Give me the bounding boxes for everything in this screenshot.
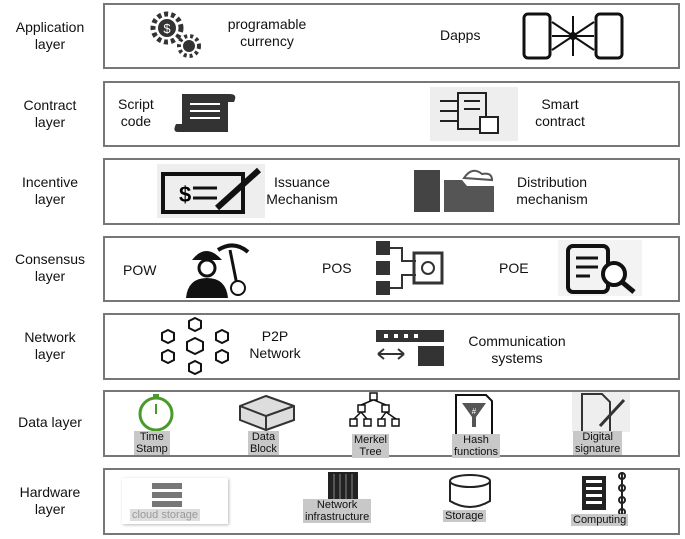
item-p2p-network: P2P Network: [249, 328, 301, 361]
server-stack-icon: [152, 483, 182, 507]
svg-text:$: $: [179, 182, 191, 207]
cheque-pen-icon: $: [157, 164, 265, 218]
storage-cylinder-icon: [449, 474, 491, 508]
layer-label-contract: Contract layer: [23, 97, 77, 130]
svg-text:$: $: [163, 21, 171, 36]
communication-switch-icon: [376, 330, 444, 366]
layer-label-network: Network layer: [24, 329, 76, 362]
layer-label-incentive: Incentive layer: [21, 174, 79, 207]
item-programable-currency: programable currency: [227, 16, 307, 49]
gears-currency-icon: $: [150, 11, 201, 58]
item-issuance-mechanism: Issuance Mechanism: [266, 174, 338, 207]
hash-function-icon: #: [455, 394, 493, 435]
smart-contract-icon: [430, 87, 518, 141]
item-smart-contract: Smart contract: [535, 96, 585, 129]
item-poe: POE: [499, 260, 529, 276]
item-merkel-tree: Merkel Tree: [352, 434, 390, 458]
distribution-folder-icon: [414, 169, 494, 212]
layer-label-consensus: Consensus layer: [14, 251, 86, 284]
layer-label-data: Data layer: [18, 414, 82, 430]
merkle-tree-icon: [349, 392, 400, 427]
p2p-network-icon: [161, 316, 229, 376]
item-digital-signature: Digital signature: [573, 431, 623, 455]
item-time-stamp: Time Stamp: [134, 431, 170, 455]
data-block-icon: [239, 394, 295, 432]
computing-server-icon: [582, 472, 626, 514]
item-pow: POW: [123, 262, 157, 278]
digital-signature-icon: [572, 392, 630, 432]
item-network-infrastructure: Network infrastructure: [303, 499, 372, 523]
layer-label-hardware: Hardware layer: [19, 484, 81, 517]
item-storage: Storage: [443, 510, 486, 522]
item-dapps: Dapps: [440, 27, 481, 43]
miner-pickaxe-icon: [186, 243, 250, 298]
script-scroll-icon: [174, 94, 236, 132]
layer-label-application: Application layer: [15, 19, 85, 52]
item-hash-functions: Hash functions: [452, 434, 501, 458]
stopwatch-icon: [138, 394, 174, 432]
item-communication-systems: Communication systems: [468, 333, 566, 366]
document-check-icon: [558, 240, 642, 296]
svg-text:#: #: [472, 407, 477, 416]
dapps-network-icon: [522, 12, 624, 60]
item-script-code: Script code: [118, 96, 154, 129]
stake-safe-icon: [376, 241, 444, 295]
item-pos: POS: [322, 260, 352, 276]
item-distribution-mechanism: Distribution mechanism: [516, 174, 588, 207]
item-cloud-storage: cloud storage: [130, 509, 201, 521]
item-computing: Computing: [571, 514, 629, 526]
network-infrastructure-icon: [328, 472, 358, 500]
item-data-block: Data Block: [248, 431, 279, 455]
